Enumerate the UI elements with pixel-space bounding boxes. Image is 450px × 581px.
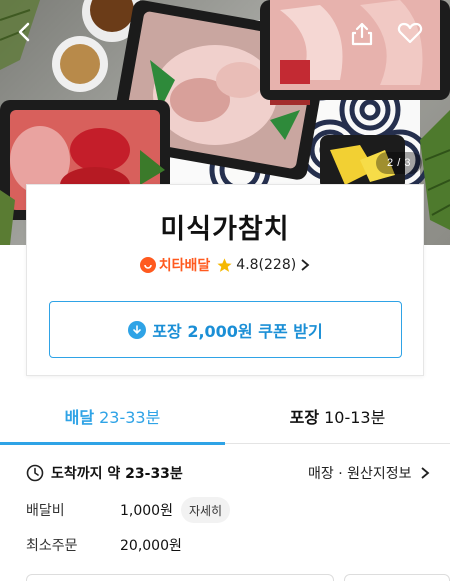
tab-delivery[interactable]: 배달 23-33분 <box>0 388 225 445</box>
tab-delivery-time: 23-33분 <box>99 408 161 427</box>
cheetah-logo-icon <box>139 257 156 273</box>
coupon-button[interactable]: 포장 2,000원 쿠폰 받기 <box>49 301 402 358</box>
eta-row: 도착까지 약 23-33분 <box>26 462 183 484</box>
min-order-value: 20,000원 <box>120 538 182 554</box>
bottom-card-right[interactable] <box>344 574 450 581</box>
bottom-card-left[interactable] <box>26 574 334 581</box>
download-icon <box>128 320 147 339</box>
chevron-right-icon <box>300 258 310 272</box>
tab-pickup[interactable]: 포장 10-13분 <box>225 388 450 444</box>
heart-icon <box>397 22 423 44</box>
delivery-brand-label: 치타배달 <box>158 258 211 274</box>
store-name: 미식가참치 <box>160 214 290 245</box>
store-info-card: 미식가참치 치타배달 4.8(228) 포장 2,000원 쿠폰 받기 <box>26 184 424 376</box>
star-icon <box>216 257 233 274</box>
share-icon <box>351 22 373 46</box>
tab-delivery-title: 배달 <box>64 408 95 427</box>
image-counter: 2 / 3 <box>376 152 422 174</box>
rating-row[interactable]: 치타배달 4.8(228) <box>27 255 423 275</box>
delivery-fee-label: 배달비 <box>26 503 65 519</box>
min-order-row: 최소주문 20,000원 <box>26 532 182 558</box>
tab-pickup-time: 10-13분 <box>324 408 386 427</box>
like-button[interactable] <box>397 21 433 57</box>
share-button[interactable] <box>349 21 385 57</box>
origin-info-link[interactable]: 매장 · 원산지정보 <box>308 462 430 484</box>
tab-pickup-title: 포장 <box>289 408 320 427</box>
back-arrow-icon <box>18 22 30 42</box>
coupon-label: 포장 2,000원 쿠폰 받기 <box>152 321 323 341</box>
delivery-fee-row: 배달비 1,000원 자세히 <box>26 497 231 523</box>
chevron-right-icon <box>420 466 430 480</box>
min-order-label: 최소주문 <box>26 538 78 554</box>
clock-icon <box>26 464 44 482</box>
eta-text: 도착까지 약 23-33분 <box>51 466 183 482</box>
active-tab-indicator <box>0 442 225 445</box>
rating-value: 4.8(228) <box>236 257 297 273</box>
origin-info-label: 매장 · 원산지정보 <box>308 466 412 482</box>
fee-detail-button[interactable]: 자세히 <box>180 497 231 523</box>
order-type-tabs: 배달 23-33분 포장 10-13분 <box>0 388 450 445</box>
delivery-fee-value: 1,000원 <box>120 503 173 519</box>
back-button[interactable] <box>14 21 50 57</box>
